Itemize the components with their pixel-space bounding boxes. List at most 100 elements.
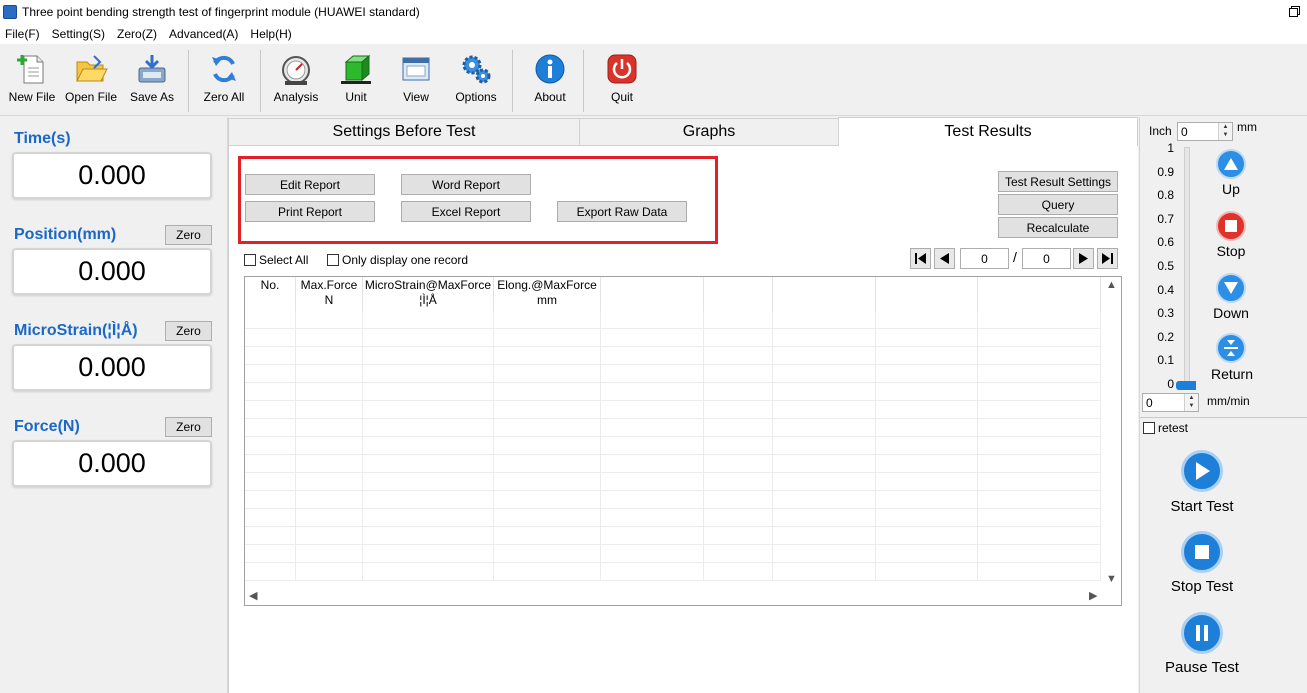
menu-setting[interactable]: Setting(S) [47, 27, 112, 41]
table-cell [978, 545, 1101, 563]
horizontal-scrollbar[interactable]: ◀ ▶ [245, 587, 1101, 605]
prev-page-button[interactable] [934, 248, 955, 269]
table-cell [876, 329, 978, 347]
stop-test-button[interactable] [1181, 531, 1223, 573]
table-cell [296, 365, 363, 383]
view-button[interactable]: View [385, 52, 447, 112]
table-cell [494, 311, 601, 329]
speed-input[interactable]: 0 ▲ ▼ [1142, 393, 1199, 412]
menu-zero[interactable]: Zero(Z) [112, 27, 164, 41]
table-cell [704, 437, 773, 455]
new-file-button[interactable]: New File [1, 52, 63, 112]
table-cell [601, 545, 704, 563]
header-line: MicroStrain@MaxForce [364, 278, 492, 292]
pause-test-button[interactable] [1181, 612, 1223, 654]
only-one-record-checkbox[interactable]: Only display one record [327, 253, 468, 267]
speed-slider-track[interactable] [1184, 147, 1190, 383]
print-report-button[interactable]: Print Report [245, 201, 375, 222]
select-all-checkbox[interactable]: Select All [244, 253, 308, 267]
position-readout: 0.000 [12, 248, 212, 295]
column-header-no[interactable]: No. [245, 277, 296, 311]
tab-settings-before-test[interactable]: Settings Before Test [228, 118, 580, 146]
return-button[interactable] [1216, 333, 1246, 363]
scroll-right-arrow-icon[interactable]: ▶ [1089, 589, 1097, 602]
results-grid[interactable]: No. Max.Force N MicroStrain@MaxForce ¦Ì¦… [244, 276, 1122, 606]
table-cell [601, 401, 704, 419]
up-button[interactable] [1216, 149, 1246, 179]
inch-distance-input[interactable]: 0 ▲ ▼ [1177, 122, 1233, 141]
power-icon [607, 54, 637, 84]
analysis-button[interactable]: Analysis [265, 52, 327, 112]
table-cell [363, 383, 494, 401]
menu-advanced[interactable]: Advanced(A) [164, 27, 245, 41]
table-cell [296, 347, 363, 365]
zero-all-label: Zero All [203, 90, 245, 104]
scale-tick-label: 0.6 [1157, 235, 1174, 250]
table-cell [773, 329, 876, 347]
table-cell [773, 401, 876, 419]
speed-slider-thumb[interactable] [1176, 381, 1196, 390]
menu-file[interactable]: File(F) [0, 27, 47, 41]
table-cell [245, 311, 296, 329]
export-raw-data-button[interactable]: Export Raw Data [557, 201, 687, 222]
excel-report-button[interactable]: Excel Report [401, 201, 531, 222]
scroll-up-arrow-icon[interactable]: ▲ [1106, 279, 1117, 291]
column-header-microstrain[interactable]: MicroStrain@MaxForce ¦Ì¦Å [363, 277, 494, 311]
options-button[interactable]: Options [445, 52, 507, 112]
table-cell [494, 437, 601, 455]
quit-button[interactable]: Quit [591, 52, 653, 112]
table-row [245, 365, 1101, 383]
table-cell [876, 491, 978, 509]
table-cell [978, 329, 1101, 347]
table-row [245, 473, 1101, 491]
save-as-button[interactable]: Save As [121, 52, 183, 112]
table-cell [978, 509, 1101, 527]
query-button[interactable]: Query [998, 194, 1118, 215]
microstrain-zero-button[interactable]: Zero [165, 321, 212, 341]
first-page-button[interactable] [910, 248, 931, 269]
force-zero-button[interactable]: Zero [165, 417, 212, 437]
options-label: Options [455, 90, 497, 104]
next-page-button[interactable] [1073, 248, 1094, 269]
scroll-down-arrow-icon[interactable]: ▼ [1106, 573, 1117, 585]
tab-graphs[interactable]: Graphs [579, 118, 839, 146]
stop-label: Stop [1216, 243, 1246, 259]
position-zero-button[interactable]: Zero [165, 225, 212, 245]
column-header-elongation[interactable]: Elong.@MaxForce mm [494, 277, 601, 311]
only-one-record-label: Only display one record [342, 253, 469, 267]
start-test-button[interactable] [1181, 450, 1223, 492]
table-cell [773, 491, 876, 509]
stop-button[interactable] [1216, 211, 1246, 241]
table-cell [704, 311, 773, 329]
menu-help[interactable]: Help(H) [245, 27, 298, 41]
current-page-field[interactable]: 0 [960, 248, 1009, 269]
down-button[interactable] [1216, 273, 1246, 303]
test-result-settings-button[interactable]: Test Result Settings [998, 171, 1118, 192]
scale-tick-label: 0.7 [1157, 211, 1174, 226]
about-button[interactable]: About [519, 52, 581, 112]
time-readout: 0.000 [12, 152, 212, 199]
zero-all-button[interactable]: Zero All [193, 52, 255, 112]
spinner-arrows-icon[interactable]: ▲ ▼ [1184, 394, 1198, 411]
word-report-button[interactable]: Word Report [401, 174, 531, 195]
table-cell [704, 455, 773, 473]
table-cell [704, 527, 773, 545]
table-cell [601, 311, 704, 329]
scroll-left-arrow-icon[interactable]: ◀ [249, 589, 257, 602]
table-row [245, 545, 1101, 563]
retest-checkbox[interactable]: retest [1143, 421, 1188, 435]
vertical-scrollbar[interactable]: ▲ ▼ [1101, 277, 1121, 589]
recalculate-button[interactable]: Recalculate [998, 217, 1118, 238]
edit-report-button[interactable]: Edit Report [245, 174, 375, 195]
unit-button[interactable]: Unit [325, 52, 387, 112]
tab-test-results[interactable]: Test Results [838, 117, 1138, 146]
table-cell [773, 383, 876, 401]
last-page-button[interactable] [1097, 248, 1118, 269]
spinner-arrows-icon[interactable]: ▲ ▼ [1218, 123, 1232, 140]
force-readout: 0.000 [12, 440, 212, 487]
up-arrow-icon [1224, 158, 1238, 170]
table-cell [773, 509, 876, 527]
column-header-max-force[interactable]: Max.Force N [296, 277, 363, 311]
restore-window-icon[interactable] [1289, 6, 1300, 17]
open-file-button[interactable]: Open File [60, 52, 122, 112]
